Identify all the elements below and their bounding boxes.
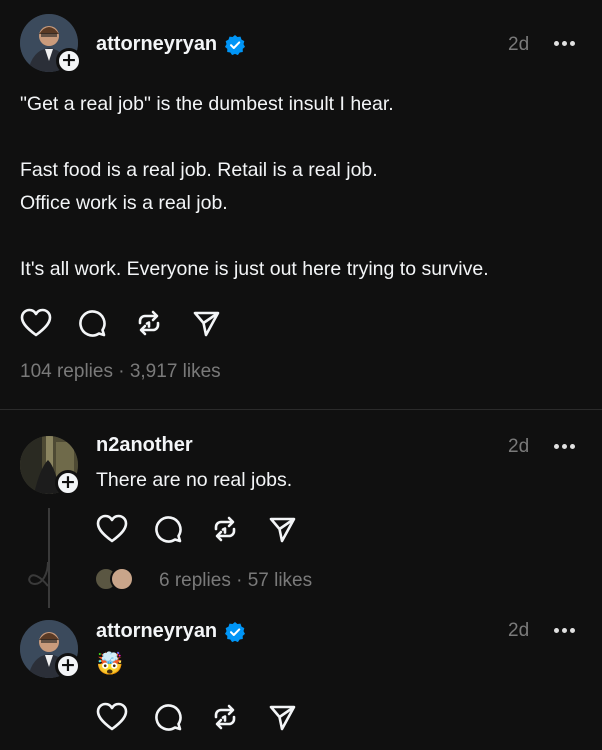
thread-loop-icon xyxy=(28,561,49,587)
post-time: 2d xyxy=(508,34,530,55)
follow-plus-icon[interactable]: + xyxy=(56,48,82,74)
username-label: attorneyryan xyxy=(96,620,218,642)
post-actions xyxy=(20,308,248,338)
reply-time: 2d xyxy=(508,436,530,457)
heart-icon xyxy=(96,702,128,731)
post-body: "Get a real job" is the dumbest insult I… xyxy=(20,93,489,280)
comment-button[interactable] xyxy=(153,514,210,544)
more-options-icon[interactable] xyxy=(554,444,578,450)
repost-icon xyxy=(138,310,160,336)
comment-icon xyxy=(79,310,106,337)
post-stats[interactable]: 104 replies · 3,917 likes xyxy=(20,361,221,383)
like-button[interactable] xyxy=(20,308,77,338)
share-button[interactable] xyxy=(191,308,248,338)
share-icon xyxy=(269,517,296,543)
reply-actions xyxy=(96,702,324,732)
repost-button[interactable] xyxy=(210,702,267,732)
like-button[interactable] xyxy=(96,702,153,732)
reply-author[interactable]: attorneyryan xyxy=(96,620,246,643)
like-button[interactable] xyxy=(96,514,153,544)
comment-button[interactable] xyxy=(153,702,210,732)
heart-icon xyxy=(96,514,128,543)
heart-icon xyxy=(20,308,52,337)
follow-plus-icon[interactable]: + xyxy=(55,653,81,679)
repost-icon xyxy=(214,516,236,542)
follow-plus-icon[interactable]: + xyxy=(55,470,81,496)
reply-stats[interactable]: 6 replies · 57 likes xyxy=(159,570,312,592)
share-button[interactable] xyxy=(267,702,324,732)
comment-icon xyxy=(155,516,182,543)
reply-post: + attorneyryan 2d 🤯 xyxy=(0,615,602,750)
replier-avatars xyxy=(94,567,134,591)
username-label: n2another xyxy=(96,434,193,456)
reply-time: 2d xyxy=(508,620,530,641)
repost-button[interactable] xyxy=(134,308,191,338)
comment-button[interactable] xyxy=(77,308,134,338)
verified-badge-icon xyxy=(225,34,246,55)
avatar xyxy=(110,567,134,591)
share-icon xyxy=(193,311,220,337)
reply-body: 🤯 xyxy=(96,651,124,676)
more-options-icon[interactable] xyxy=(554,628,578,634)
thread-line xyxy=(48,508,50,608)
verified-badge-icon xyxy=(225,621,246,642)
post-author[interactable]: attorneyryan xyxy=(96,33,246,56)
more-options-icon[interactable] xyxy=(554,41,578,47)
main-post: + attorneyryan 2d "Get a real job" is th… xyxy=(0,0,602,410)
reply-actions xyxy=(96,514,324,544)
username-label: attorneyryan xyxy=(96,33,218,55)
comment-icon xyxy=(155,704,182,731)
reply-post: + n2another 2d There are no real jobs. 6… xyxy=(0,410,602,615)
reply-body: There are no real jobs. xyxy=(96,469,293,491)
share-button[interactable] xyxy=(267,514,324,544)
repost-icon xyxy=(214,704,236,730)
share-icon xyxy=(269,705,296,731)
reply-author[interactable]: n2another xyxy=(96,434,193,457)
repost-button[interactable] xyxy=(210,514,267,544)
